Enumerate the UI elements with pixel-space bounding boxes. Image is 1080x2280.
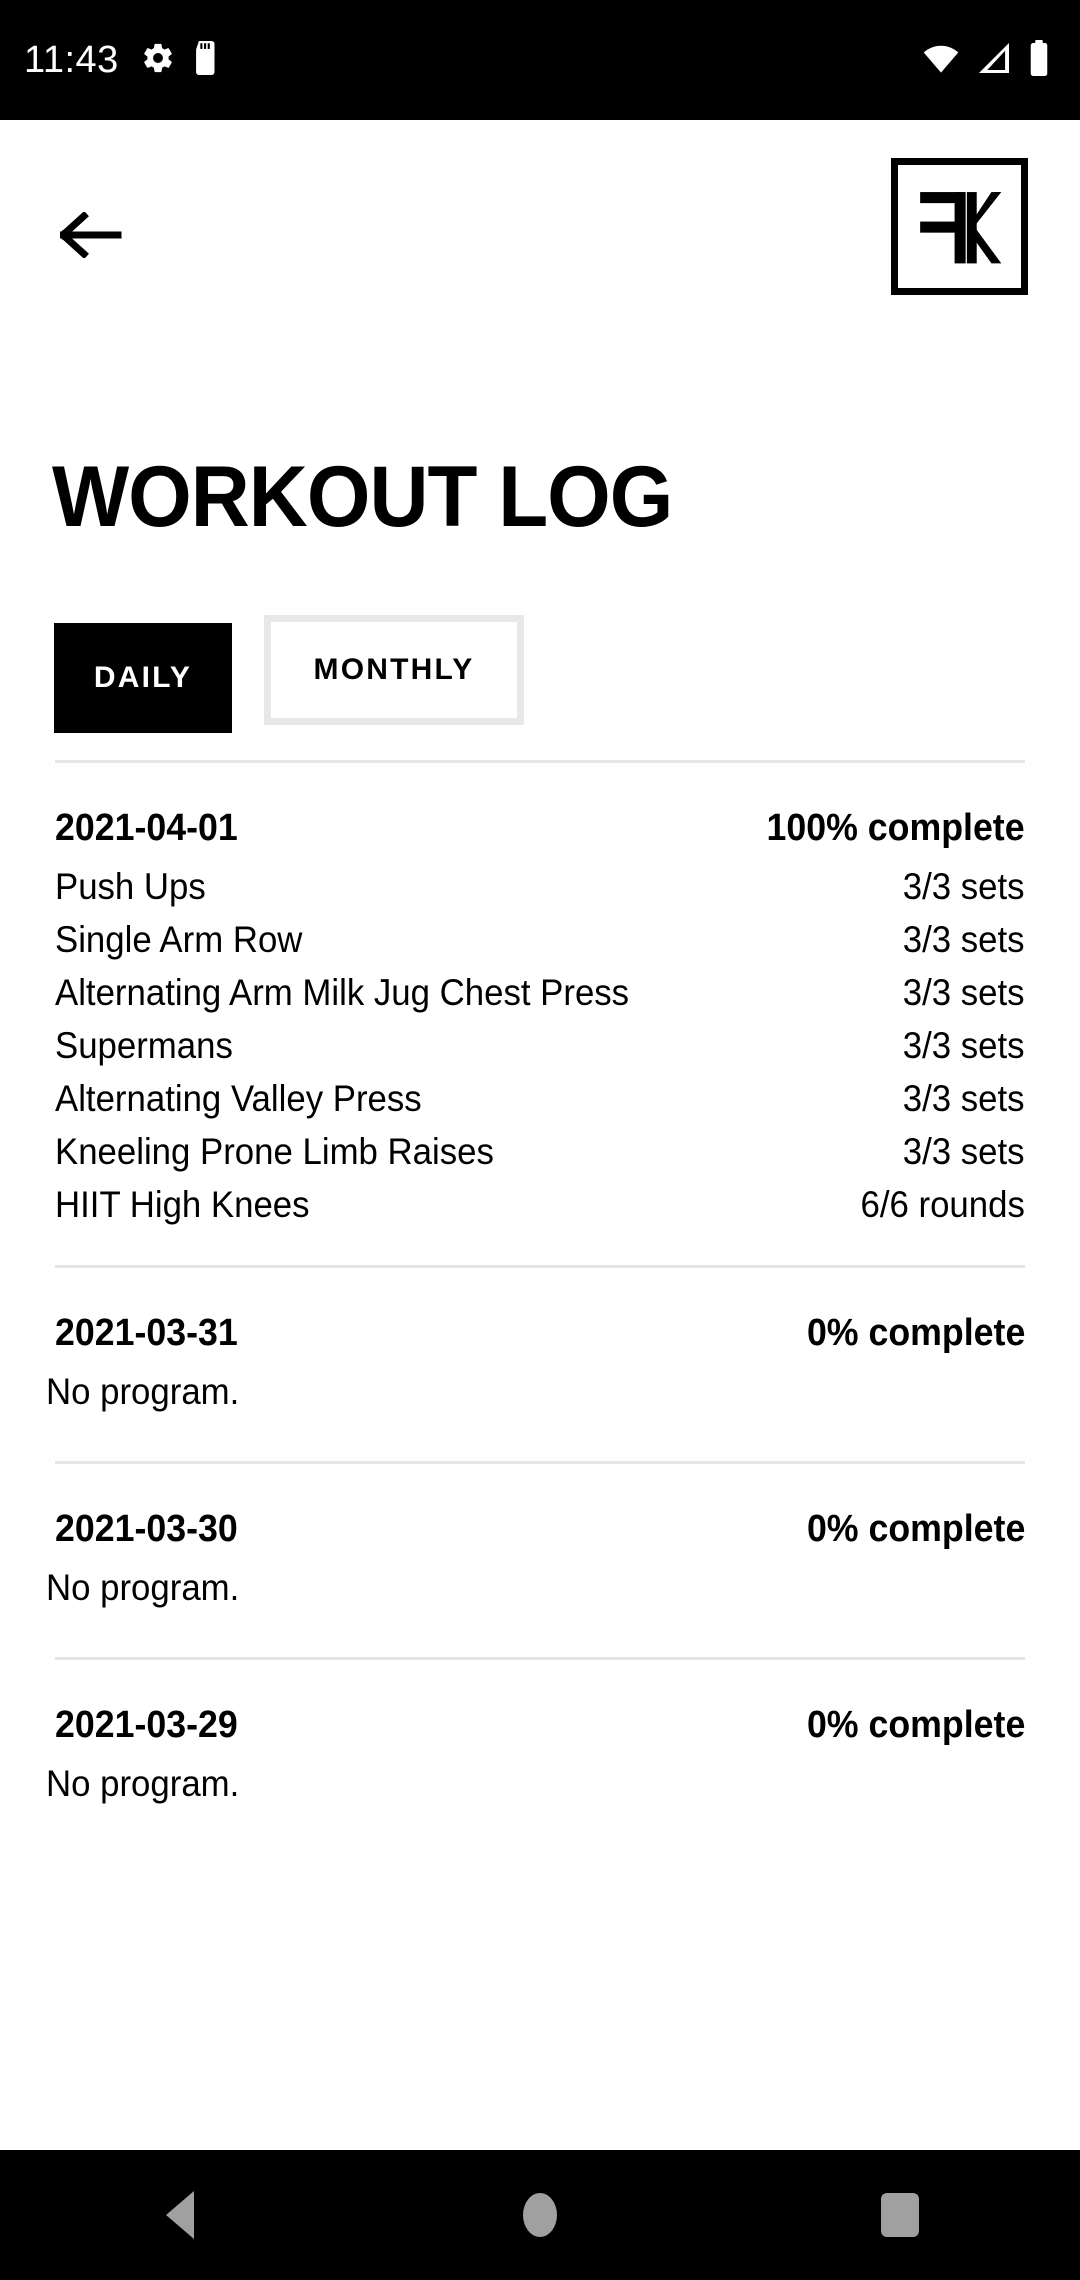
exercise-name: HIIT High Knees — [55, 1184, 310, 1225]
exercise-progress-value: 3/3 sets — [903, 866, 1025, 907]
view-mode-tabs: DAILY MONTHLY — [54, 615, 524, 733]
day-log-block[interactable]: 2021-04-01 100% complete Push Ups 3/3 sets S… — [0, 763, 1080, 1265]
day-completion-percent: 0% complete — [806, 1312, 1025, 1354]
log-days-container: 2021-04-01 100% complete Push Ups 3/3 sets S… — [0, 760, 1080, 1853]
back-arrow-icon — [60, 212, 122, 258]
exercise-row[interactable]: Single Arm Row 3/3 sets — [55, 913, 1025, 966]
day-log-block[interactable]: 2021-03-31 0% complete No program. — [0, 1268, 1080, 1461]
day-header: 2021-03-29 0% complete — [55, 1660, 1025, 1747]
day-header: 2021-04-01 100% complete — [55, 763, 1025, 850]
exercise-name: Single Arm Row — [55, 919, 303, 960]
day-date: 2021-04-01 — [55, 807, 238, 849]
fk-logo[interactable] — [891, 158, 1028, 295]
day-completion-percent: 100% complete — [766, 807, 1025, 849]
exercise-row[interactable]: Kneeling Prone Limb Raises 3/3 sets — [55, 1125, 1025, 1178]
cellular-signal-icon — [976, 41, 1012, 80]
nav-home-button[interactable] — [480, 2165, 600, 2265]
exercise-row[interactable]: Supermans 3/3 sets — [55, 1019, 1025, 1072]
exercise-row[interactable]: HIIT High Knees 6/6 rounds — [55, 1178, 1025, 1231]
no-program-message: No program. — [46, 1763, 240, 1804]
exercise-row[interactable]: Alternating Arm Milk Jug Chest Press 3/3 … — [55, 966, 1025, 1019]
day-completion-percent: 0% complete — [806, 1704, 1025, 1746]
back-triangle-icon — [166, 2191, 194, 2239]
status-bar-clock: 11:43 — [24, 39, 119, 81]
day-date: 2021-03-29 — [55, 1704, 238, 1746]
exercise-name: Push Ups — [55, 866, 206, 907]
day-log-block[interactable]: 2021-03-29 0% complete No program. — [0, 1660, 1080, 1853]
wifi-icon — [922, 41, 960, 80]
day-date: 2021-03-30 — [55, 1508, 238, 1550]
exercise-progress-value: 3/3 sets — [903, 1131, 1025, 1172]
back-button[interactable] — [48, 192, 134, 278]
day-header: 2021-03-30 0% complete — [55, 1464, 1025, 1551]
exercise-progress-value: 6/6 rounds — [860, 1184, 1025, 1225]
android-navigation-bar — [0, 2150, 1080, 2280]
exercise-name: Kneeling Prone Limb Raises — [55, 1131, 494, 1172]
tab-daily[interactable]: DAILY — [54, 623, 232, 733]
nav-recents-button[interactable] — [840, 2165, 960, 2265]
battery-icon — [1028, 39, 1050, 81]
recents-square-icon — [881, 2193, 919, 2237]
exercise-progress-value: 3/3 sets — [903, 1078, 1025, 1119]
day-log-block[interactable]: 2021-03-30 0% complete No program. — [0, 1464, 1080, 1657]
status-bar-notification-icons — [141, 40, 221, 80]
sd-card-icon — [191, 40, 221, 80]
home-circle-icon — [523, 2193, 557, 2237]
exercise-row[interactable]: Push Ups 3/3 sets — [55, 860, 1025, 913]
day-header: 2021-03-31 0% complete — [55, 1268, 1025, 1355]
no-program-message: No program. — [46, 1567, 240, 1608]
exercise-row[interactable]: Alternating Valley Press 3/3 sets — [55, 1072, 1025, 1125]
status-bar-system-icons — [922, 39, 1050, 81]
exercise-progress-value: 3/3 sets — [903, 1025, 1025, 1066]
day-date: 2021-03-31 — [55, 1312, 238, 1354]
exercise-list: Push Ups 3/3 sets Single Arm Row 3/3 sets Al… — [55, 850, 1025, 1265]
gear-icon — [141, 41, 175, 80]
exercise-progress-value: 3/3 sets — [903, 919, 1025, 960]
app-screen: 11:43 WORKOUT LOG DAILY MONTHLY 2021-04-… — [0, 0, 1080, 2280]
fk-monogram-icon — [920, 192, 1002, 264]
status-bar: 11:43 — [0, 0, 1080, 120]
app-bar — [0, 120, 1080, 348]
exercise-progress-value: 3/3 sets — [903, 972, 1025, 1013]
workout-log-list[interactable]: 2021-04-01 100% complete Push Ups 3/3 sets S… — [0, 760, 1080, 2100]
day-completion-percent: 0% complete — [806, 1508, 1025, 1550]
exercise-name: Alternating Valley Press — [55, 1078, 422, 1119]
exercise-name: Supermans — [55, 1025, 233, 1066]
tab-monthly[interactable]: MONTHLY — [264, 615, 524, 725]
page-title: WORKOUT LOG — [52, 449, 673, 545]
nav-back-button[interactable] — [120, 2165, 240, 2265]
exercise-name: Alternating Arm Milk Jug Chest Press — [55, 972, 630, 1013]
no-program-message: No program. — [46, 1371, 240, 1412]
